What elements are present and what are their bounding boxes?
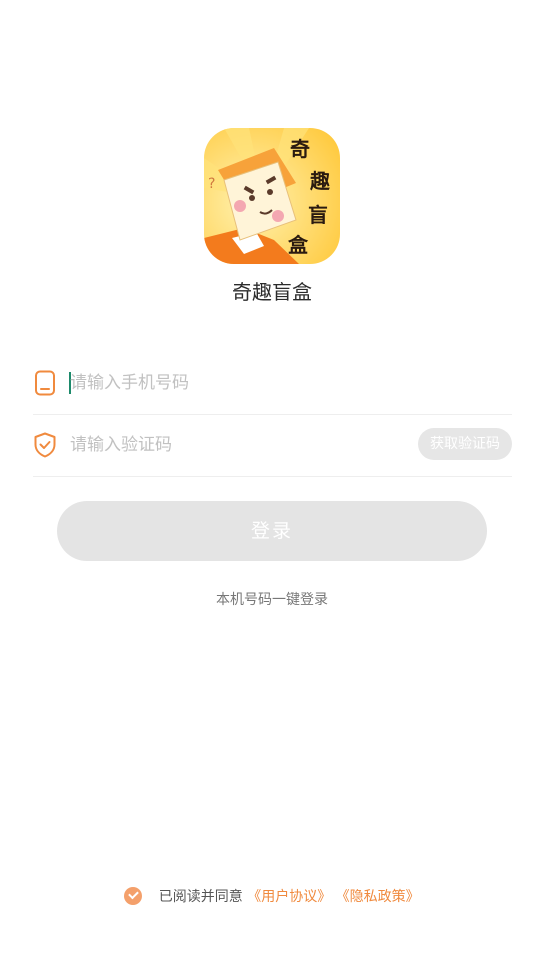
logo-char-4: 盒 [287, 233, 309, 257]
one-click-login-link[interactable]: 本机号码一键登录 [0, 589, 544, 609]
phone-field [33, 352, 512, 415]
agreement-row: 已阅读并同意 《用户协议》 《隐私政策》 [0, 886, 544, 906]
logo-char-1: 奇 [290, 137, 310, 161]
logo-char-3: 盲 [308, 203, 328, 227]
login-button[interactable]: 登录 [57, 501, 487, 561]
phone-input[interactable] [70, 368, 370, 398]
app-logo-image: ? 奇 趣 盲 盒 [204, 128, 340, 264]
get-code-button[interactable]: 获取验证码 [418, 428, 512, 460]
app-name: 奇趣盲盒 [232, 280, 312, 304]
code-input[interactable] [70, 430, 370, 460]
svg-text:?: ? [208, 176, 215, 192]
privacy-policy-link[interactable]: 《隐私政策》 [336, 889, 420, 905]
shield-icon [34, 432, 56, 458]
logo-char-2: 趣 [309, 169, 331, 193]
user-agreement-link[interactable]: 《用户协议》 [247, 889, 331, 905]
agreement-prefix: 已阅读并同意 [158, 889, 243, 905]
app-logo: ? 奇 趣 盲 盒 [204, 128, 340, 264]
agree-checkbox-icon[interactable] [124, 887, 143, 905]
code-field: 获取验证码 [33, 414, 512, 477]
phone-icon [35, 370, 55, 396]
login-screen: ? 奇 趣 盲 盒 奇趣盲盒 获取验证码 登录 本机号码一键登录 已阅读并同意 [0, 0, 544, 957]
